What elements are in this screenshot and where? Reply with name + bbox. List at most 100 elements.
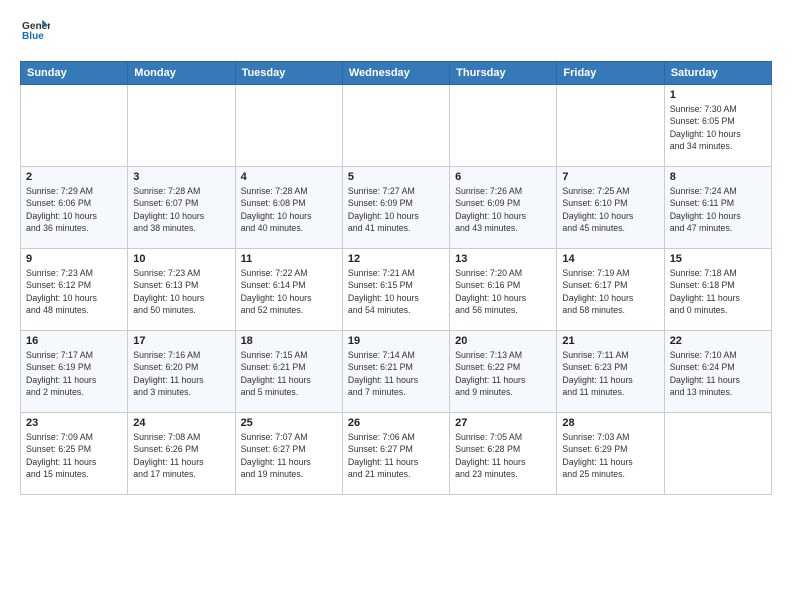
calendar-cell: 7 Sunrise: 7:25 AM Sunset: 6:10 PM Daylig… [557,167,664,249]
day-info: Sunrise: 7:13 AM Sunset: 6:22 PM Dayligh… [455,349,551,398]
day-info: Sunrise: 7:03 AM Sunset: 6:29 PM Dayligh… [562,431,658,480]
calendar-cell [128,85,235,167]
day-info: Sunrise: 7:16 AM Sunset: 6:20 PM Dayligh… [133,349,229,398]
day-number: 25 [241,417,337,429]
day-info: Sunrise: 7:10 AM Sunset: 6:24 PM Dayligh… [670,349,766,398]
calendar-cell: 20 Sunrise: 7:13 AM Sunset: 6:22 PM Dayli… [450,331,557,413]
day-number: 13 [455,253,551,265]
day-info: Sunrise: 7:27 AM Sunset: 6:09 PM Dayligh… [348,185,444,234]
week-row-5: 23 Sunrise: 7:09 AM Sunset: 6:25 PM Dayli… [21,413,772,495]
calendar-cell: 3 Sunrise: 7:28 AM Sunset: 6:07 PM Daylig… [128,167,235,249]
day-info: Sunrise: 7:19 AM Sunset: 6:17 PM Dayligh… [562,267,658,316]
day-number: 2 [26,171,122,183]
day-number: 14 [562,253,658,265]
calendar-cell: 15 Sunrise: 7:18 AM Sunset: 6:18 PM Dayli… [664,249,771,331]
day-number: 26 [348,417,444,429]
calendar-cell [342,85,449,167]
header: General Blue [20,18,772,51]
weekday-header-friday: Friday [557,62,664,85]
day-info: Sunrise: 7:18 AM Sunset: 6:18 PM Dayligh… [670,267,766,316]
day-info: Sunrise: 7:23 AM Sunset: 6:12 PM Dayligh… [26,267,122,316]
day-number: 9 [26,253,122,265]
calendar-cell: 4 Sunrise: 7:28 AM Sunset: 6:08 PM Daylig… [235,167,342,249]
weekday-header-tuesday: Tuesday [235,62,342,85]
calendar-cell: 5 Sunrise: 7:27 AM Sunset: 6:09 PM Daylig… [342,167,449,249]
day-number: 20 [455,335,551,347]
calendar-cell: 24Sunrise: 7:08 AM Sunset: 6:26 PM Dayli… [128,413,235,495]
calendar-cell: 6 Sunrise: 7:26 AM Sunset: 6:09 PM Daylig… [450,167,557,249]
calendar-cell [235,85,342,167]
logo: General Blue [20,18,50,51]
calendar-cell: 8Sunrise: 7:24 AM Sunset: 6:11 PM Daylig… [664,167,771,249]
weekday-header-sunday: Sunday [21,62,128,85]
calendar-cell [450,85,557,167]
day-info: Sunrise: 7:28 AM Sunset: 6:08 PM Dayligh… [241,185,337,234]
day-number: 15 [670,253,766,265]
calendar-cell: 11 Sunrise: 7:22 AM Sunset: 6:14 PM Dayli… [235,249,342,331]
week-row-1: 1Sunrise: 7:30 AM Sunset: 6:05 PM Daylig… [21,85,772,167]
calendar-cell: 23 Sunrise: 7:09 AM Sunset: 6:25 PM Dayli… [21,413,128,495]
day-number: 5 [348,171,444,183]
day-number: 12 [348,253,444,265]
day-info: Sunrise: 7:17 AM Sunset: 6:19 PM Dayligh… [26,349,122,398]
day-info: Sunrise: 7:11 AM Sunset: 6:23 PM Dayligh… [562,349,658,398]
calendar-cell: 14 Sunrise: 7:19 AM Sunset: 6:17 PM Dayli… [557,249,664,331]
calendar-table: SundayMondayTuesdayWednesdayThursdayFrid… [20,61,772,495]
day-info: Sunrise: 7:21 AM Sunset: 6:15 PM Dayligh… [348,267,444,316]
day-number: 1 [670,89,766,101]
day-info: Sunrise: 7:25 AM Sunset: 6:10 PM Dayligh… [562,185,658,234]
calendar-cell: 27 Sunrise: 7:05 AM Sunset: 6:28 PM Dayli… [450,413,557,495]
day-info: Sunrise: 7:26 AM Sunset: 6:09 PM Dayligh… [455,185,551,234]
calendar-cell: 2 Sunrise: 7:29 AM Sunset: 6:06 PM Daylig… [21,167,128,249]
calendar-cell: 22Sunrise: 7:10 AM Sunset: 6:24 PM Dayli… [664,331,771,413]
calendar-cell: 1Sunrise: 7:30 AM Sunset: 6:05 PM Daylig… [664,85,771,167]
day-number: 21 [562,335,658,347]
day-number: 3 [133,171,229,183]
day-number: 17 [133,335,229,347]
day-number: 7 [562,171,658,183]
day-number: 10 [133,253,229,265]
day-info: Sunrise: 7:05 AM Sunset: 6:28 PM Dayligh… [455,431,551,480]
day-number: 19 [348,335,444,347]
calendar-cell: 13 Sunrise: 7:20 AM Sunset: 6:16 PM Dayli… [450,249,557,331]
calendar-cell: 12 Sunrise: 7:21 AM Sunset: 6:15 PM Dayli… [342,249,449,331]
logo-icon: General Blue [22,18,50,46]
page: General Blue SundayMondayTuesdayWednesda… [0,0,792,612]
day-number: 23 [26,417,122,429]
svg-text:Blue: Blue [22,31,44,42]
calendar-cell: 18 Sunrise: 7:15 AM Sunset: 6:21 PM Dayli… [235,331,342,413]
weekday-header-wednesday: Wednesday [342,62,449,85]
calendar-cell: 19Sunrise: 7:14 AM Sunset: 6:21 PM Dayli… [342,331,449,413]
day-number: 6 [455,171,551,183]
calendar-cell: 21 Sunrise: 7:11 AM Sunset: 6:23 PM Dayli… [557,331,664,413]
day-info: Sunrise: 7:08 AM Sunset: 6:26 PM Dayligh… [133,431,229,480]
day-info: Sunrise: 7:28 AM Sunset: 6:07 PM Dayligh… [133,185,229,234]
day-info: Sunrise: 7:29 AM Sunset: 6:06 PM Dayligh… [26,185,122,234]
weekday-header-monday: Monday [128,62,235,85]
calendar-cell: 25 Sunrise: 7:07 AM Sunset: 6:27 PM Dayli… [235,413,342,495]
week-row-4: 16Sunrise: 7:17 AM Sunset: 6:19 PM Dayli… [21,331,772,413]
day-info: Sunrise: 7:22 AM Sunset: 6:14 PM Dayligh… [241,267,337,316]
calendar-cell [664,413,771,495]
day-info: Sunrise: 7:20 AM Sunset: 6:16 PM Dayligh… [455,267,551,316]
calendar-cell: 26 Sunrise: 7:06 AM Sunset: 6:27 PM Dayli… [342,413,449,495]
day-info: Sunrise: 7:07 AM Sunset: 6:27 PM Dayligh… [241,431,337,480]
day-number: 28 [562,417,658,429]
day-number: 4 [241,171,337,183]
day-number: 27 [455,417,551,429]
day-info: Sunrise: 7:09 AM Sunset: 6:25 PM Dayligh… [26,431,122,480]
day-info: Sunrise: 7:23 AM Sunset: 6:13 PM Dayligh… [133,267,229,316]
week-row-2: 2 Sunrise: 7:29 AM Sunset: 6:06 PM Daylig… [21,167,772,249]
calendar-cell: 16Sunrise: 7:17 AM Sunset: 6:19 PM Dayli… [21,331,128,413]
calendar-cell [21,85,128,167]
day-info: Sunrise: 7:06 AM Sunset: 6:27 PM Dayligh… [348,431,444,480]
day-info: Sunrise: 7:24 AM Sunset: 6:11 PM Dayligh… [670,185,766,234]
calendar-cell: 9 Sunrise: 7:23 AM Sunset: 6:12 PM Daylig… [21,249,128,331]
weekday-header-row: SundayMondayTuesdayWednesdayThursdayFrid… [21,62,772,85]
calendar-cell [557,85,664,167]
day-number: 18 [241,335,337,347]
day-number: 11 [241,253,337,265]
calendar-cell: 17 Sunrise: 7:16 AM Sunset: 6:20 PM Dayli… [128,331,235,413]
day-info: Sunrise: 7:15 AM Sunset: 6:21 PM Dayligh… [241,349,337,398]
week-row-3: 9 Sunrise: 7:23 AM Sunset: 6:12 PM Daylig… [21,249,772,331]
